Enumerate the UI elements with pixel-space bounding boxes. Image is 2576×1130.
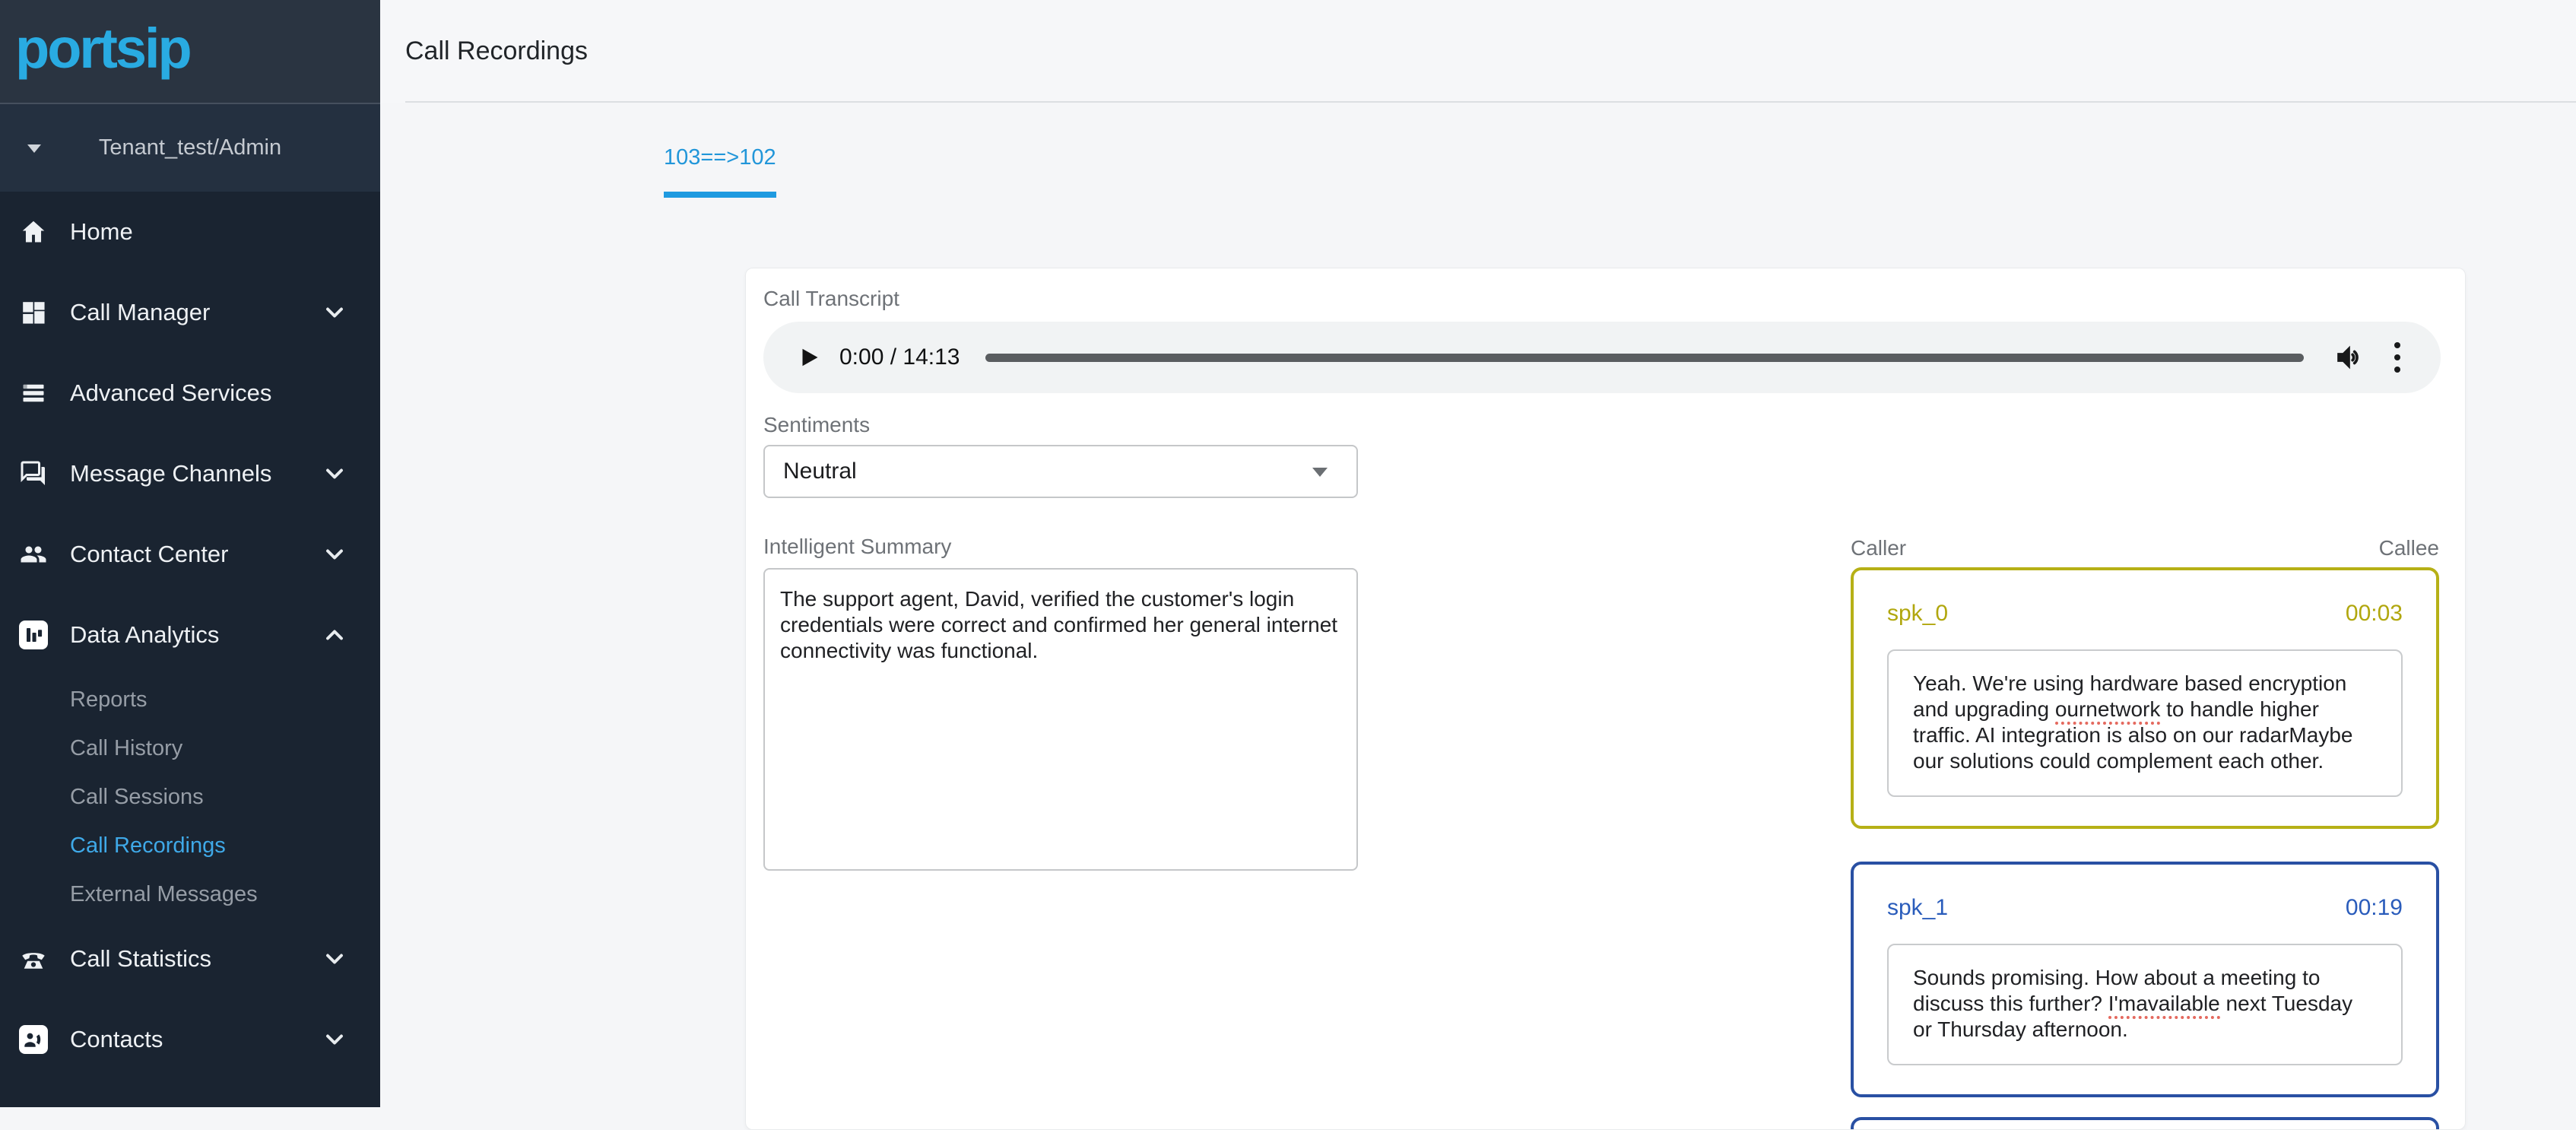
player-more-button[interactable] [2392, 342, 2403, 373]
sidebar-item-call-sessions[interactable]: Call Sessions [0, 773, 380, 821]
sidebar-item-label: External Messages [70, 882, 258, 907]
contacts-icon [18, 1024, 49, 1055]
audio-player[interactable]: 0:00 / 14:13 [763, 322, 2441, 393]
play-icon [797, 344, 820, 370]
portsip-logo: portsip [15, 21, 190, 83]
play-button[interactable] [797, 344, 820, 370]
chevron-down-icon [321, 1026, 348, 1053]
call-statistics-icon [18, 944, 49, 974]
logo-area: portsip [0, 0, 380, 103]
call-transcript-label: Call Transcript [763, 287, 899, 311]
volume-icon [2334, 342, 2365, 373]
timestamp: 00:03 [2346, 601, 2403, 627]
speaker-label: spk_1 [1887, 895, 1948, 921]
sidebar-item-data-analytics[interactable]: Data Analytics [0, 595, 380, 675]
caret-down-icon[interactable] [27, 144, 41, 153]
bubble-header: spk_1 00:19 [1887, 895, 2403, 921]
page-header: Call Recordings [380, 0, 2576, 103]
sidebar-item-contacts[interactable]: Contacts [0, 999, 380, 1080]
contact-center-icon [18, 539, 49, 570]
sidebar-item-label: Call History [70, 736, 182, 761]
timestamp: 00:19 [2346, 895, 2403, 921]
transcript-column-header: Caller Callee [1851, 536, 2439, 562]
sidebar-item-label: Call Recordings [70, 833, 226, 859]
sidebar-item-label: Message Channels [70, 460, 271, 487]
transcript-text-box[interactable]: Yeah. We're using hardware based encrypt… [1887, 649, 2403, 797]
chevron-up-icon [321, 621, 348, 649]
tenant-selector[interactable]: Tenant_test/Admin [0, 103, 380, 192]
intelligent-summary-textarea[interactable]: The support agent, David, verified the c… [763, 568, 1358, 871]
more-vert-icon [2394, 342, 2400, 348]
sidebar-item-label: Call Sessions [70, 785, 204, 810]
sidebar-item-call-statistics[interactable]: Call Statistics [0, 919, 380, 999]
transcript-bubble-spk1: spk_1 00:19 Sounds promising. How about … [1851, 862, 2439, 1097]
sidebar-item-call-history[interactable]: Call History [0, 724, 380, 773]
sentiments-select[interactable]: Neutral [763, 445, 1358, 498]
sidebar: portsip Tenant_test/Admin Home Call Manag… [0, 0, 380, 1107]
misspelled-word: I'mavailable [2108, 992, 2220, 1019]
transcript-column: Caller Callee spk_0 00:03 Yeah. We're us… [1851, 536, 2439, 1130]
page-title: Call Recordings [405, 37, 588, 66]
sidebar-item-label: Contacts [70, 1026, 163, 1053]
sidebar-item-external-messages[interactable]: External Messages [0, 870, 380, 919]
sidebar-item-advanced-services[interactable]: Advanced Services [0, 353, 380, 433]
sidebar-item-home[interactable]: Home [0, 192, 380, 272]
tab-bar: 103==>102 [380, 145, 2576, 198]
transcript-bubble-partial [1851, 1117, 2439, 1130]
sidebar-item-label: Reports [70, 687, 148, 713]
chevron-down-icon [321, 299, 348, 326]
sidebar-menu: Home Call Manager Advanced Services Message… [0, 192, 380, 1080]
bubble-header: spk_0 00:03 [1887, 601, 2403, 627]
speaker-label: spk_0 [1887, 601, 1948, 627]
intelligent-summary-label: Intelligent Summary [763, 535, 951, 559]
sidebar-item-label: Home [70, 218, 133, 246]
misspelled-word: ournetwork [2055, 697, 2161, 725]
data-analytics-icon [18, 620, 49, 650]
tab-recording-103-102[interactable]: 103==>102 [664, 145, 776, 198]
caller-label: Caller [1851, 536, 1906, 562]
sidebar-item-contact-center[interactable]: Contact Center [0, 514, 380, 595]
recording-detail-card: Call Transcript 0:00 / 14:13 Sentiments … [745, 268, 2466, 1130]
home-icon [18, 217, 49, 247]
chevron-down-icon [321, 541, 348, 568]
sidebar-item-label: Call Statistics [70, 945, 211, 973]
advanced-services-icon [18, 378, 49, 408]
player-time: 0:00 / 14:13 [839, 344, 960, 370]
sentiments-value: Neutral [783, 459, 857, 484]
sidebar-item-label: Data Analytics [70, 621, 219, 649]
sidebar-item-message-channels[interactable]: Message Channels [0, 433, 380, 514]
seek-bar[interactable] [985, 354, 2304, 362]
transcript-text-box[interactable]: Sounds promising. How about a meeting to… [1887, 944, 2403, 1065]
volume-button[interactable] [2334, 342, 2365, 373]
tenant-label: Tenant_test/Admin [99, 135, 281, 160]
transcript-bubble-spk0: spk_0 00:03 Yeah. We're using hardware b… [1851, 567, 2439, 829]
sidebar-item-call-recordings[interactable]: Call Recordings [0, 821, 380, 870]
sidebar-item-call-manager[interactable]: Call Manager [0, 272, 380, 353]
chevron-down-icon [321, 460, 348, 487]
sidebar-item-reports[interactable]: Reports [0, 675, 380, 724]
sidebar-item-label: Contact Center [70, 541, 229, 568]
main-content: Call Recordings 103==>102 Call Transcrip… [380, 0, 2576, 1107]
message-channels-icon [18, 459, 49, 489]
sidebar-item-label: Advanced Services [70, 379, 271, 407]
chevron-down-icon [321, 945, 348, 973]
call-manager-icon [18, 297, 49, 328]
dropdown-caret-icon [1312, 468, 1328, 477]
sentiments-label: Sentiments [763, 413, 870, 437]
callee-label: Callee [2379, 536, 2439, 562]
sidebar-item-label: Call Manager [70, 299, 210, 326]
